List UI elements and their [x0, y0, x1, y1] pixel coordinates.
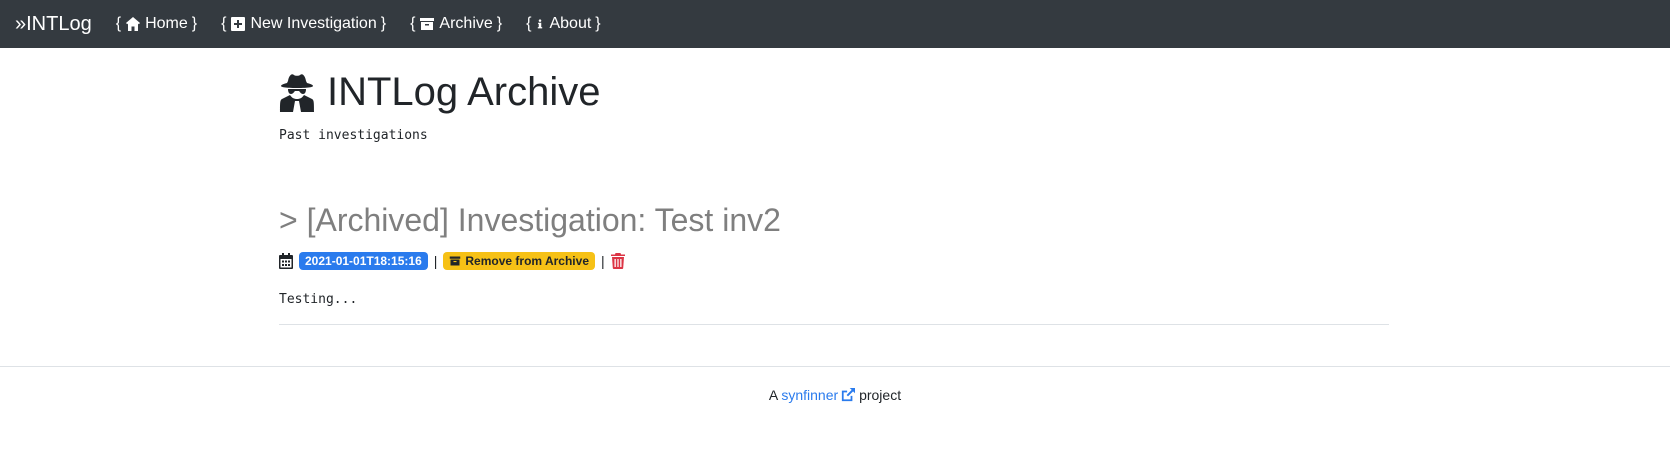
brace-close: }	[496, 15, 503, 32]
investigation-description: Testing...	[279, 292, 358, 308]
main-content: INTLog Archive Past investigations > [Ar…	[279, 48, 1389, 333]
footer-prefix: A	[768, 387, 778, 403]
nav-archive[interactable]: { Archive }	[410, 15, 502, 33]
navbar: »INTLog { Home } { New Investigation } {…	[0, 0, 1670, 48]
external-link-icon	[842, 388, 856, 402]
brace-close: }	[191, 15, 198, 32]
nav-about-label: About	[549, 15, 592, 32]
page-subtitle: Past investigations	[279, 128, 428, 143]
page-title: INTLog Archive	[327, 70, 601, 114]
plus-square-icon	[231, 17, 246, 31]
page-header: INTLog Archive	[279, 70, 1389, 114]
archive-icon	[450, 256, 461, 266]
remove-from-archive-label: Remove from Archive	[465, 254, 589, 269]
divider	[279, 324, 1389, 326]
nav-new-investigation-label: New Investigation	[250, 15, 377, 32]
home-icon	[126, 17, 141, 31]
investigation-meta: 2021-01-01T18:15:16 | Remove from Archiv…	[279, 252, 1389, 271]
synfinner-link[interactable]: synfinner	[781, 387, 856, 403]
trash-icon[interactable]	[610, 253, 625, 270]
nav-new-investigation[interactable]: { New Investigation }	[221, 15, 386, 33]
separator: |	[433, 253, 438, 270]
brace-close: }	[595, 15, 601, 32]
synfinner-link-label: synfinner	[781, 387, 839, 403]
nav-archive-label: Archive	[439, 15, 493, 32]
nav-about[interactable]: { About }	[526, 15, 601, 33]
investigation-item: > [Archived] Investigation: Test inv2 20…	[279, 202, 1389, 326]
archive-icon	[420, 18, 435, 30]
date-badge: 2021-01-01T18:15:16	[299, 252, 428, 271]
brace-open: {	[526, 15, 532, 32]
brace-open: {	[115, 15, 122, 32]
calendar-icon	[279, 253, 293, 270]
remove-from-archive-button[interactable]: Remove from Archive	[443, 252, 595, 271]
user-secret-icon	[280, 74, 314, 112]
investigation-title[interactable]: > [Archived] Investigation: Test inv2	[279, 202, 1389, 238]
brand-link[interactable]: »INTLog	[15, 13, 92, 36]
brace-close: }	[380, 15, 387, 32]
brace-open: {	[410, 15, 416, 32]
nav-home[interactable]: { Home }	[116, 15, 197, 33]
footer-suffix: project	[859, 387, 902, 403]
nav-home-label: Home	[145, 15, 188, 32]
separator: |	[601, 253, 605, 270]
info-icon	[538, 19, 543, 29]
footer: A synfinner project	[0, 366, 1670, 403]
brace-open: {	[221, 15, 227, 32]
